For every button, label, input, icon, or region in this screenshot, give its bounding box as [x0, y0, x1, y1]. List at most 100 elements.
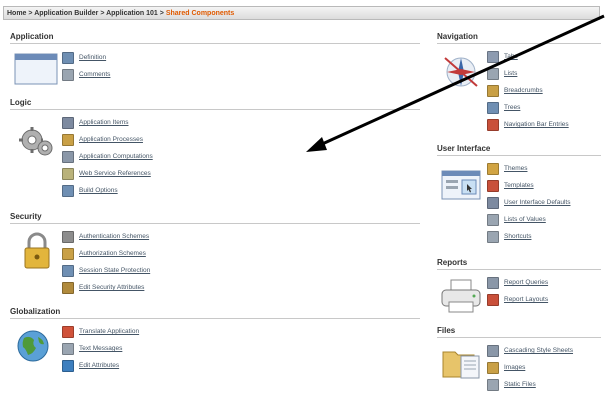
link-item[interactable]: Authorization Schemes [62, 245, 150, 262]
lov-link[interactable]: Lists of Values [504, 216, 546, 223]
ui-defaults-link[interactable]: User Interface Defaults [504, 199, 570, 206]
templates-link[interactable]: Templates [504, 182, 534, 189]
security-attributes-link[interactable]: Edit Security Attributes [79, 284, 144, 291]
templates-icon [487, 179, 499, 192]
link-item[interactable]: Report Layouts [487, 291, 548, 308]
link-item[interactable]: Application Items [62, 114, 153, 131]
static-files-link[interactable]: Static Files [504, 381, 536, 388]
section-title: Application [10, 32, 420, 44]
link-item[interactable]: Cascading Style Sheets [487, 342, 573, 359]
navigation-links: Tabs Lists Breadcrumbs Trees Navigation Bar … [487, 48, 569, 133]
link-item[interactable]: Application Computations [62, 148, 153, 165]
link-item[interactable]: Comments [62, 66, 110, 83]
section-security: Security Authentication Schemes Authoriza… [10, 212, 420, 294]
link-item[interactable]: Navigation Bar Entries [487, 116, 569, 133]
build-options-icon [62, 184, 74, 197]
themes-icon [487, 162, 499, 175]
themes-link[interactable]: Themes [504, 165, 527, 172]
gears-icon [19, 127, 53, 156]
breadcrumb-builder[interactable]: Application Builder [34, 10, 98, 17]
link-item[interactable]: Translate Application [62, 323, 139, 340]
images-link[interactable]: Images [504, 364, 525, 371]
trees-link[interactable]: Trees [504, 104, 520, 111]
web-service-icon [62, 167, 74, 180]
link-item[interactable]: User Interface Defaults [487, 194, 570, 211]
globe-small-link[interactable]: Edit Attributes [79, 362, 119, 369]
breadcrumbs-link[interactable]: Breadcrumbs [504, 87, 543, 94]
link-item[interactable]: Session State Protection [62, 262, 150, 279]
section-reports: Reports Report Queries Report Layouts [437, 258, 601, 313]
breadcrumb: Home > Application Builder > Application… [3, 6, 600, 20]
lists-link[interactable]: Lists [504, 70, 517, 77]
link-item[interactable]: Images [487, 359, 573, 376]
application-items-link[interactable]: Application Items [79, 119, 129, 126]
authorization-link[interactable]: Authorization Schemes [79, 250, 146, 257]
link-item[interactable]: Lists of Values [487, 211, 570, 228]
link-item[interactable]: Themes [487, 160, 570, 177]
application-processes-link[interactable]: Application Processes [79, 136, 143, 143]
link-item[interactable]: Build Options [62, 182, 153, 199]
link-item[interactable]: Shortcuts [487, 228, 570, 245]
breadcrumb-sep-2: > [100, 10, 105, 17]
logic-links: Application Items Application Processes Ap… [62, 114, 153, 199]
web-service-link[interactable]: Web Service References [79, 170, 151, 177]
definition-icon [62, 51, 74, 64]
section-title: Globalization [10, 307, 420, 319]
link-item[interactable]: Report Queries [487, 274, 548, 291]
authentication-icon [62, 230, 74, 243]
link-item[interactable]: Web Service References [62, 165, 153, 182]
link-item[interactable]: Trees [487, 99, 569, 116]
link-item[interactable]: Definition [62, 49, 110, 66]
lists-icon [487, 67, 499, 80]
application-computations-icon [62, 150, 74, 163]
breadcrumb-sep-3: > [159, 10, 164, 17]
session-state-link[interactable]: Session State Protection [79, 267, 150, 274]
section-navigation: Navigation Tabs Lists Breadcrumbs Trees Navi… [437, 32, 601, 131]
report-queries-link[interactable]: Report Queries [504, 279, 548, 286]
navbar-entries-icon [487, 118, 499, 131]
authentication-link[interactable]: Authentication Schemes [79, 233, 149, 240]
css-link[interactable]: Cascading Style Sheets [504, 347, 573, 354]
link-item[interactable]: Edit Security Attributes [62, 279, 150, 296]
link-item[interactable]: Tabs [487, 48, 569, 65]
tabs-link[interactable]: Tabs [504, 53, 518, 60]
breadcrumb-app[interactable]: Application 101 [106, 10, 158, 17]
section-title: User Interface [437, 144, 601, 156]
comments-link[interactable]: Comments [79, 71, 110, 78]
link-item[interactable]: Authentication Schemes [62, 228, 150, 245]
link-item[interactable]: Lists [487, 65, 569, 82]
shortcuts-icon [487, 230, 499, 243]
application-links: Definition Comments [62, 49, 110, 83]
link-item[interactable]: Text Messages [62, 340, 139, 357]
report-layouts-icon [487, 293, 499, 306]
breadcrumb-home[interactable]: Home [7, 10, 26, 17]
section-title: Files [437, 326, 601, 338]
css-icon [487, 344, 499, 357]
tabs-icon [487, 50, 499, 63]
lov-icon [487, 213, 499, 226]
section-logic: Logic Application Items Application Proce… [10, 98, 420, 197]
globalization-links: Translate Application Text Messages Edit A… [62, 323, 139, 374]
section-title: Reports [437, 258, 601, 270]
printer-icon [441, 279, 481, 313]
link-item[interactable]: Templates [487, 177, 570, 194]
section-title: Logic [10, 98, 420, 110]
shortcuts-link[interactable]: Shortcuts [504, 233, 531, 240]
build-options-link[interactable]: Build Options [79, 187, 118, 194]
link-item[interactable]: Application Processes [62, 131, 153, 148]
link-item[interactable]: Edit Attributes [62, 357, 139, 374]
navbar-entries-link[interactable]: Navigation Bar Entries [504, 121, 569, 128]
images-icon [487, 361, 499, 374]
link-item[interactable]: Breadcrumbs [487, 82, 569, 99]
user-interface-icon [441, 170, 481, 200]
breadcrumb-current: Shared Components [165, 10, 235, 17]
definition-link[interactable]: Definition [79, 54, 106, 61]
translate-link[interactable]: Translate Application [79, 328, 139, 335]
report-layouts-link[interactable]: Report Layouts [504, 296, 548, 303]
link-item[interactable]: Static Files [487, 376, 573, 393]
application-computations-link[interactable]: Application Computations [79, 153, 153, 160]
text-messages-link[interactable]: Text Messages [79, 345, 122, 352]
application-window-icon [14, 53, 58, 85]
reports-links: Report Queries Report Layouts [487, 274, 548, 308]
translate-icon [62, 325, 74, 338]
